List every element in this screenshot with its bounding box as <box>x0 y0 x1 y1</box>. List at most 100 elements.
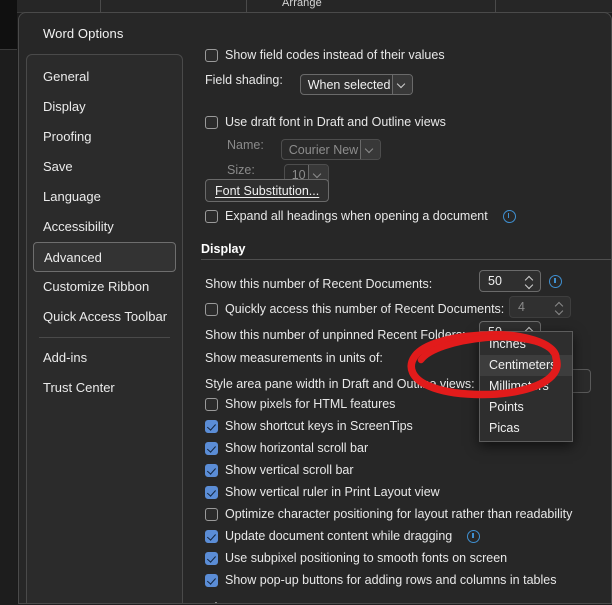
spinner-down-icon[interactable] <box>525 282 534 289</box>
spinner-recent-documents-value: 50 <box>488 274 502 288</box>
sidebar-item-display[interactable]: Display <box>33 92 176 122</box>
spinner-up-icon[interactable] <box>525 274 534 281</box>
label-field-shading: Field shading: <box>205 73 283 87</box>
section-rule-display <box>201 259 611 260</box>
ribbon-separator <box>495 0 496 12</box>
section-header-display: Display <box>201 240 245 258</box>
spinner-down-icon[interactable] <box>555 308 564 315</box>
row-recent-documents: Show this number of Recent Documents: <box>205 275 432 293</box>
measurement-units-dropdown[interactable]: Inches Centimeters Millimeters Points Pi… <box>479 331 573 442</box>
draft-font-name-row: Name: Courier New <box>227 136 382 160</box>
label-font-name: Name: <box>227 138 264 152</box>
option-show-field-codes[interactable]: Show field codes instead of their values <box>205 46 445 64</box>
spinner-quick-access-recent-value: 4 <box>518 300 525 314</box>
checkbox-show-vertical-scroll-bar[interactable] <box>205 464 218 477</box>
field-shading-row: Field shading: When selected <box>205 71 414 95</box>
checkbox-update-document-content[interactable] <box>205 530 218 543</box>
dropdown-option-millimeters[interactable]: Millimeters <box>480 376 572 397</box>
row-quick-access-recent[interactable]: Quickly access this number of Recent Doc… <box>205 300 504 318</box>
checkbox-show-popup-buttons[interactable] <box>205 574 218 587</box>
field-shading-combobox[interactable]: When selected <box>299 74 414 95</box>
info-icon[interactable] <box>549 275 562 288</box>
sidebar-item-accessibility[interactable]: Accessibility <box>33 212 176 242</box>
option-show-horizontal-scroll-bar[interactable]: Show horizontal scroll bar <box>205 439 368 457</box>
field-shading-value: When selected <box>307 78 391 92</box>
sidebar-item-language[interactable]: Language <box>33 182 176 212</box>
sidebar-item-general[interactable]: General <box>33 62 176 92</box>
spinner-recent-documents[interactable]: 50 <box>479 270 541 292</box>
sidebar-divider <box>39 337 170 338</box>
ribbon-separator <box>246 0 247 12</box>
label-show-pixels-html: Show pixels for HTML features <box>225 397 396 411</box>
ribbon-group-label-arrange: Arrange <box>282 0 322 9</box>
option-expand-all-headings[interactable]: Expand all headings when opening a docum… <box>205 207 516 225</box>
checkbox-show-vertical-ruler[interactable] <box>205 486 218 499</box>
option-optimize-character-positioning[interactable]: Optimize character positioning for layou… <box>205 505 572 523</box>
dropdown-option-points[interactable]: Points <box>480 397 572 418</box>
row-recent-folders: Show this number of unpinned Recent Fold… <box>205 326 466 344</box>
checkbox-quick-access-recent[interactable] <box>205 303 218 316</box>
option-show-vertical-scroll-bar[interactable]: Show vertical scroll bar <box>205 461 354 479</box>
label-recent-documents: Show this number of Recent Documents: <box>205 277 433 291</box>
sidebar-item-customize-ribbon[interactable]: Customize Ribbon <box>33 272 176 302</box>
option-update-document-content[interactable]: Update document content while dragging <box>205 527 481 545</box>
app-left-column <box>0 49 17 605</box>
dropdown-option-inches[interactable]: Inches <box>480 334 572 355</box>
font-substitution-row: Font Substitution... <box>205 179 330 202</box>
screen: Arrange Word Options General Display Pro… <box>0 0 612 605</box>
checkbox-show-field-codes[interactable] <box>205 49 218 62</box>
checkbox-use-subpixel-positioning[interactable] <box>205 552 218 565</box>
row-measurement-units: Show measurements in units of: <box>205 349 383 367</box>
label-measurement-units: Show measurements in units of: <box>205 351 383 365</box>
sidebar-item-trust-center[interactable]: Trust Center <box>33 373 176 403</box>
spinner-quick-access-recent[interactable]: 4 <box>509 296 571 318</box>
checkbox-expand-all-headings[interactable] <box>205 210 218 223</box>
font-substitution-button-label: Font Substitution... <box>215 184 320 198</box>
label-style-area-pane: Style area pane width in Draft and Outli… <box>205 377 475 391</box>
spinner-up-icon[interactable] <box>555 300 564 307</box>
font-substitution-button[interactable]: Font Substitution... <box>205 179 330 202</box>
label-show-field-codes: Show field codes instead of their values <box>225 48 445 62</box>
info-icon[interactable] <box>467 530 481 543</box>
label-show-vertical-ruler: Show vertical ruler in Print Layout view <box>225 485 440 499</box>
word-options-dialog: Word Options General Display Proofing Sa… <box>18 12 612 604</box>
label-show-vertical-scroll-bar: Show vertical scroll bar <box>225 463 354 477</box>
label-use-draft-font: Use draft font in Draft and Outline view… <box>225 115 446 129</box>
dropdown-option-centimeters[interactable]: Centimeters <box>480 355 572 376</box>
dropdown-option-picas[interactable]: Picas <box>480 418 572 439</box>
checkbox-show-shortcut-keys[interactable] <box>205 420 218 433</box>
sidebar-item-save[interactable]: Save <box>33 152 176 182</box>
chevron-down-icon[interactable] <box>392 75 413 94</box>
label-show-horizontal-scroll-bar: Show horizontal scroll bar <box>225 441 369 455</box>
dialog-title: Word Options <box>43 26 124 41</box>
label-show-popup-buttons: Show pop-up buttons for adding rows and … <box>225 573 557 587</box>
checkbox-show-pixels-html[interactable] <box>205 398 218 411</box>
label-update-document-content: Update document content while dragging <box>225 529 453 543</box>
label-font-size: Size: <box>227 163 255 177</box>
app-left-dark-region <box>0 0 17 49</box>
chevron-down-icon[interactable] <box>360 140 381 159</box>
sidebar-item-advanced[interactable]: Advanced <box>33 242 176 272</box>
option-show-pixels-html[interactable]: Show pixels for HTML features <box>205 395 395 413</box>
options-content-pane: Show field codes instead of their values… <box>191 31 611 603</box>
label-optimize-character-positioning: Optimize character positioning for layou… <box>225 507 573 521</box>
info-icon[interactable] <box>502 210 516 223</box>
sidebar-item-add-ins[interactable]: Add-ins <box>33 343 176 373</box>
row-style-area-pane: Style area pane width in Draft and Outli… <box>205 375 475 393</box>
option-use-subpixel-positioning[interactable]: Use subpixel positioning to smooth fonts… <box>205 549 507 567</box>
sidebar-item-quick-access-toolbar[interactable]: Quick Access Toolbar <box>33 302 176 332</box>
checkbox-use-draft-font[interactable] <box>205 116 218 129</box>
draft-font-name-combobox[interactable]: Courier New <box>280 139 382 160</box>
option-use-draft-font[interactable]: Use draft font in Draft and Outline view… <box>205 113 446 131</box>
label-expand-all-headings: Expand all headings when opening a docum… <box>225 209 488 223</box>
label-use-subpixel-positioning: Use subpixel positioning to smooth fonts… <box>225 551 508 565</box>
checkbox-optimize-character-positioning[interactable] <box>205 508 218 521</box>
option-show-shortcut-keys[interactable]: Show shortcut keys in ScreenTips <box>205 417 413 435</box>
sidebar-item-proofing[interactable]: Proofing <box>33 122 176 152</box>
option-show-popup-buttons[interactable]: Show pop-up buttons for adding rows and … <box>205 571 556 589</box>
checkbox-show-horizontal-scroll-bar[interactable] <box>205 442 218 455</box>
section-header-print: Print <box>201 599 229 603</box>
ribbon-separator <box>100 0 101 12</box>
label-recent-folders: Show this number of unpinned Recent Fold… <box>205 328 466 342</box>
option-show-vertical-ruler[interactable]: Show vertical ruler in Print Layout view <box>205 483 440 501</box>
